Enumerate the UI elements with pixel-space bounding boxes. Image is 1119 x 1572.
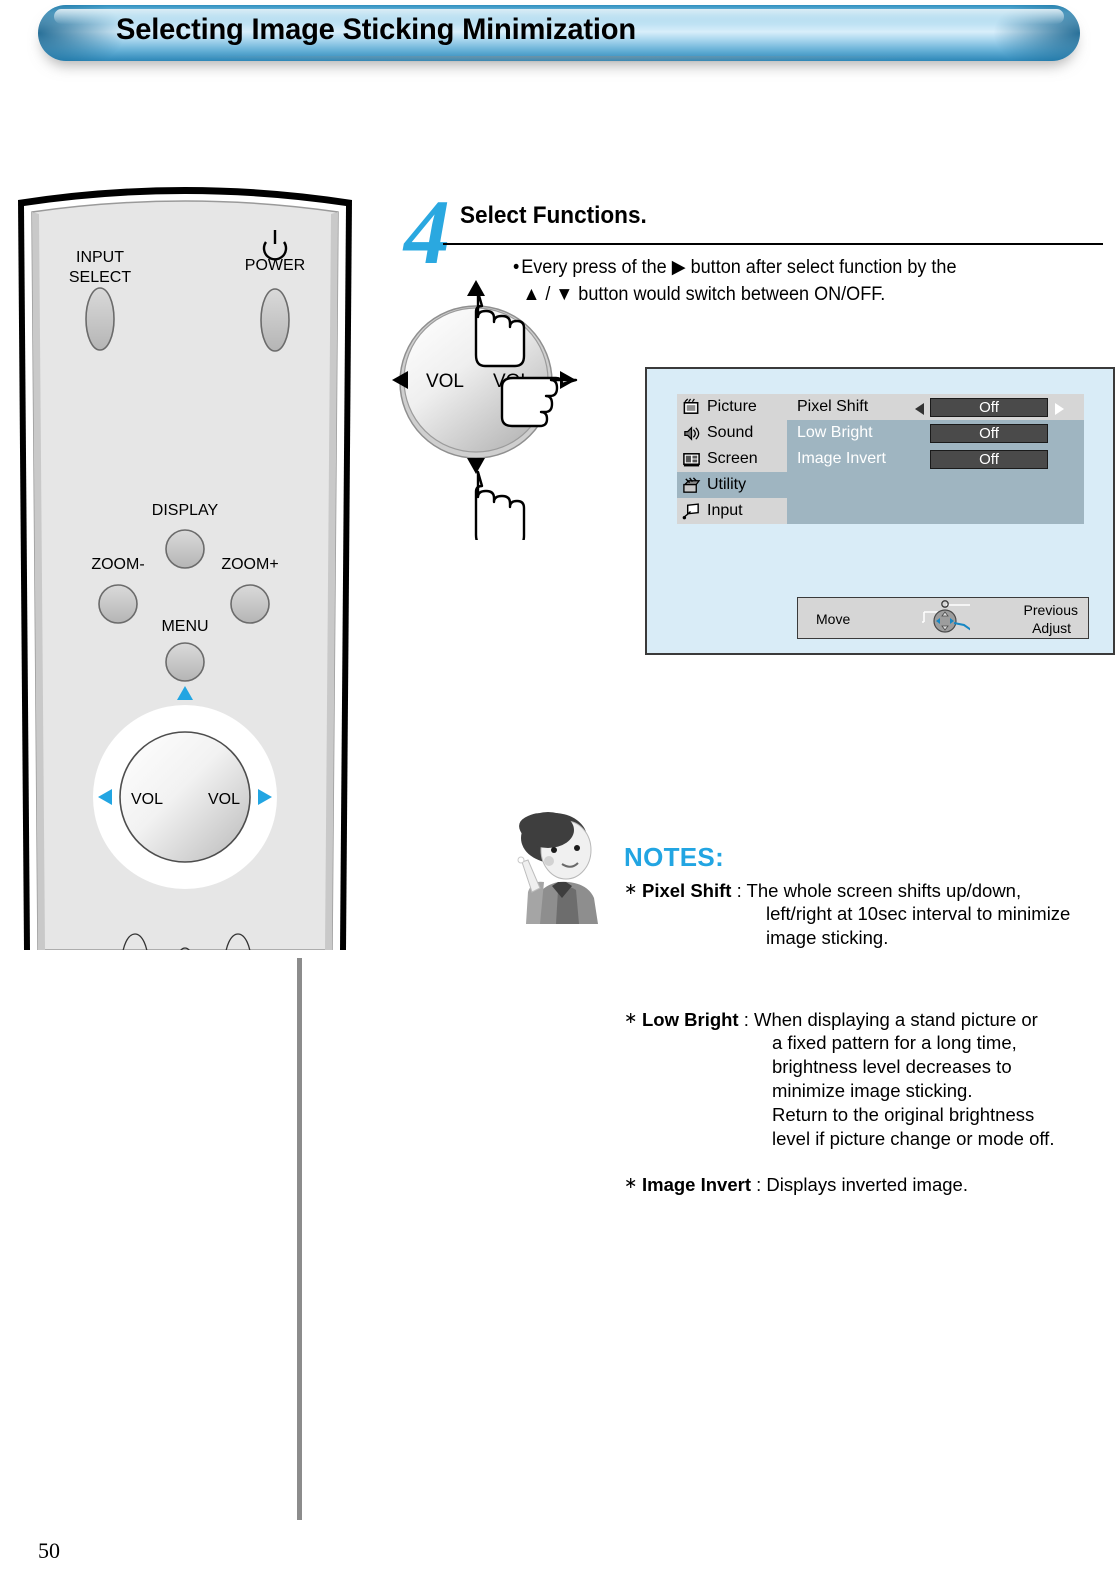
note-low-bright: ∗ Low Bright : When displaying a stand p…	[624, 1008, 1119, 1151]
remote-control-illustration: INPUT SELECT POWER DISPLAY ZOOM- ZOOM+ M…	[10, 172, 360, 950]
note-image-invert: ∗ Image Invert : Displays inverted image…	[624, 1173, 1119, 1197]
input-select-label-line1: INPUT	[76, 249, 124, 266]
power-label: POWER	[245, 257, 305, 274]
note-term: Image Invert	[642, 1174, 751, 1195]
osd-category-sound[interactable]: Sound	[677, 420, 787, 446]
osd-row-pixel-shift[interactable]: Pixel Shift Off	[787, 394, 1084, 420]
nav-wheel-vol-right-label: VOL	[208, 791, 240, 808]
nav-legend-previous-label: Previous	[1023, 602, 1078, 618]
page-header-banner: Selecting Image Sticking Minimization	[38, 5, 1080, 61]
zoom-minus-button	[98, 584, 138, 624]
step-wheel-down-arrow-icon	[467, 458, 485, 474]
osd-category-screen[interactable]: Screen	[677, 446, 787, 472]
osd-row-value[interactable]: Off	[930, 449, 1048, 469]
step-wheel-up-arrow-icon	[467, 280, 485, 296]
osd-row-value[interactable]: Off	[930, 423, 1048, 443]
note-body: left/right at 10sec interval to minimize…	[766, 903, 1071, 949]
osd-category-label: Sound	[707, 424, 754, 441]
mascot-eye-left	[551, 847, 557, 853]
utility-icon	[683, 476, 701, 493]
page-vertical-divider	[297, 958, 302, 1520]
pointing-hand-up-icon	[474, 290, 526, 368]
osd-category-list: Picture Sound Screen Utility Input	[677, 394, 787, 524]
page-number: 50	[38, 1538, 60, 1563]
nav-legend-adjust-label: Adjust	[1032, 620, 1071, 636]
mascot-fingertip-sparkle	[517, 856, 525, 864]
note-first-line: When displaying a stand picture or	[754, 1009, 1038, 1030]
zoom-minus-label: ZOOM-	[91, 556, 144, 573]
osd-category-label: Utility	[707, 476, 747, 493]
dpad-icon	[922, 600, 970, 633]
pointing-hand-down-icon	[474, 470, 526, 548]
osd-row-label: Low Bright	[797, 424, 873, 441]
osd-category-label: Input	[707, 502, 743, 519]
step-wheel-vol-left-label: VOL	[426, 371, 464, 392]
nav-wheel-vol-left-label: VOL	[131, 791, 163, 808]
osd-category-utility[interactable]: Utility	[677, 472, 787, 498]
decrease-arrow-icon[interactable]	[915, 403, 924, 415]
osd-row-low-bright[interactable]: Low Bright Off	[787, 420, 1084, 446]
power-button	[260, 288, 290, 352]
osd-category-label: Screen	[707, 450, 758, 467]
display-button	[165, 529, 205, 569]
menu-label: MENU	[161, 618, 208, 635]
osd-category-input[interactable]: Input	[677, 498, 787, 524]
mascot-cheek	[544, 856, 554, 866]
note-term: Low Bright	[642, 1009, 739, 1030]
screen-icon	[683, 452, 700, 466]
osd-row-value[interactable]: Off	[930, 397, 1048, 417]
osd-row-image-invert[interactable]: Image Invert Off	[787, 446, 1084, 472]
note-body: a fixed pattern for a long time, brightn…	[772, 1032, 1055, 1150]
input-select-label-line2: SELECT	[69, 269, 131, 286]
note-bullet-star: ∗	[624, 881, 638, 898]
header-drop-shadow	[52, 56, 1064, 74]
nav-legend-move-label: Move	[816, 611, 851, 627]
increase-arrow-icon[interactable]	[1055, 403, 1064, 415]
note-first-line: Displays inverted image.	[766, 1174, 968, 1195]
page-title: Selecting Image Sticking Minimization	[116, 13, 636, 46]
zoom-plus-button	[230, 584, 270, 624]
mascot-pointing-finger	[521, 859, 541, 893]
zoom-plus-label: ZOOM+	[221, 556, 278, 573]
step-title: Select Functions.	[460, 202, 647, 229]
display-label: DISPLAY	[152, 502, 219, 519]
note-separator: :	[731, 880, 747, 901]
osd-settings-list: Pixel Shift Off Low Bright Off Image Inv…	[787, 394, 1084, 524]
note-bullet-star: ∗	[624, 1010, 638, 1027]
note-separator: :	[738, 1009, 755, 1030]
osd-row-label: Image Invert	[797, 450, 886, 467]
picture-icon	[683, 398, 699, 414]
note-first-line: The whole screen shifts up/down,	[746, 880, 1022, 901]
note-separator: :	[751, 1174, 767, 1195]
osd-navigation-legend: Move Previous Adjust	[797, 597, 1089, 639]
step-wheel-illustration: VOL VOL	[388, 262, 648, 548]
sound-icon	[684, 425, 700, 441]
input-icon	[682, 502, 699, 519]
osd-category-label: Picture	[707, 398, 757, 415]
note-term: Pixel Shift	[642, 880, 732, 901]
notes-mascot-illustration	[496, 806, 628, 924]
mascot-hair-front	[522, 812, 574, 848]
mascot-eye-right	[574, 845, 580, 851]
note-pixel-shift: ∗ Pixel Shift : The whole screen shifts …	[624, 879, 1119, 950]
osd-row-label: Pixel Shift	[797, 398, 869, 415]
notes-heading: NOTES:	[624, 842, 725, 872]
input-select-button	[85, 287, 115, 351]
osd-menu-panel: Picture Sound Screen Utility Input Pixel…	[645, 367, 1115, 655]
menu-button	[165, 642, 205, 682]
note-bullet-star: ∗	[624, 1175, 638, 1192]
osd-category-picture[interactable]: Picture	[677, 394, 787, 420]
step-title-rule	[443, 243, 1103, 245]
